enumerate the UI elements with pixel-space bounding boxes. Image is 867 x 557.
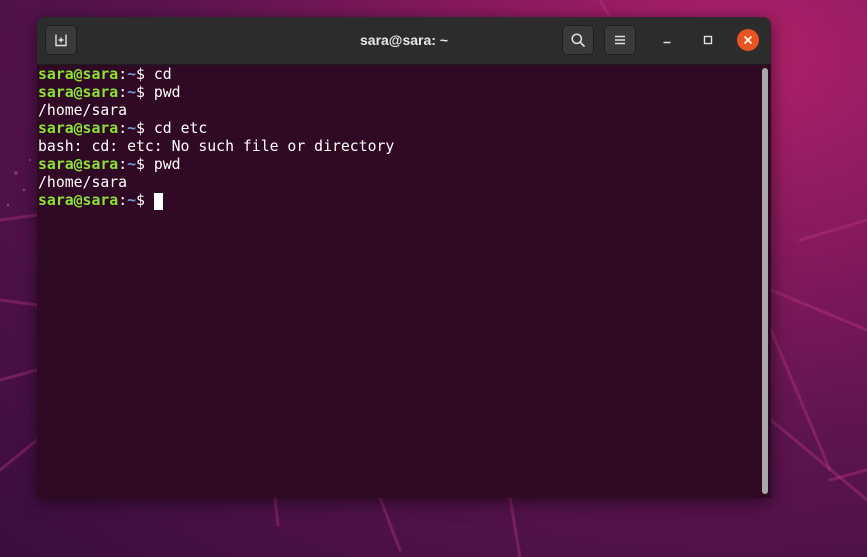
prompt-line: sara@sara:~$ <box>38 192 759 210</box>
prompt-symbol: $ <box>136 156 154 173</box>
scrollbar-thumb[interactable] <box>762 68 768 494</box>
menu-button[interactable] <box>604 25 636 55</box>
command-text: cd etc <box>153 120 208 137</box>
prompt-path: ~ <box>127 66 137 83</box>
text-cursor <box>153 193 163 210</box>
prompt-symbol: $ <box>136 192 154 209</box>
prompt-separator: : <box>118 84 128 101</box>
prompt-user-host: sara@sara <box>38 66 119 83</box>
prompt-symbol: $ <box>136 66 154 83</box>
hamburger-menu-icon <box>615 35 625 45</box>
prompt-symbol: $ <box>136 120 154 137</box>
prompt-user-host: sara@sara <box>38 120 119 137</box>
command-text: cd <box>153 66 172 83</box>
command-text: pwd <box>153 84 181 101</box>
prompt-symbol: $ <box>136 84 154 101</box>
prompt-path: ~ <box>127 156 137 173</box>
new-tab-button[interactable] <box>45 25 77 55</box>
prompt-line: sara@sara:~$ pwd <box>38 84 759 102</box>
prompt-line: sara@sara:~$ cd etc <box>38 120 759 138</box>
prompt-user-host: sara@sara <box>38 84 119 101</box>
prompt-line: sara@sara:~$ pwd <box>38 156 759 174</box>
terminal-window: sara@sara: ~ sara@sara:~$ cd sara@sara:~… <box>37 17 771 498</box>
minimize-icon <box>663 41 671 44</box>
close-button[interactable] <box>737 29 759 51</box>
new-tab-icon <box>55 34 67 47</box>
prompt-separator: : <box>118 192 128 209</box>
prompt-path: ~ <box>127 120 137 137</box>
terminal-output[interactable]: sara@sara:~$ cd sara@sara:~$ pwd/home/sar… <box>37 65 759 498</box>
close-icon <box>744 36 752 44</box>
prompt-path: ~ <box>127 84 137 101</box>
search-button[interactable] <box>562 25 594 55</box>
window-headerbar[interactable]: sara@sara: ~ <box>37 17 771 65</box>
prompt-path: ~ <box>127 192 137 209</box>
command-text: pwd <box>153 156 181 173</box>
output-line: /home/sara <box>38 174 128 191</box>
prompt-line: sara@sara:~$ cd <box>38 66 759 84</box>
prompt-user-host: sara@sara <box>38 156 119 173</box>
prompt-separator: : <box>118 66 128 83</box>
output-line: bash: cd: etc: No such file or directory <box>38 138 395 155</box>
output-line: /home/sara <box>38 102 128 119</box>
minimize-button[interactable] <box>656 29 678 51</box>
prompt-separator: : <box>118 120 128 137</box>
prompt-separator: : <box>118 156 128 173</box>
prompt-user-host: sara@sara <box>38 192 119 209</box>
maximize-icon <box>703 35 713 45</box>
maximize-button[interactable] <box>697 29 719 51</box>
search-icon <box>571 33 585 47</box>
terminal-scrollbar[interactable] <box>759 65 771 498</box>
